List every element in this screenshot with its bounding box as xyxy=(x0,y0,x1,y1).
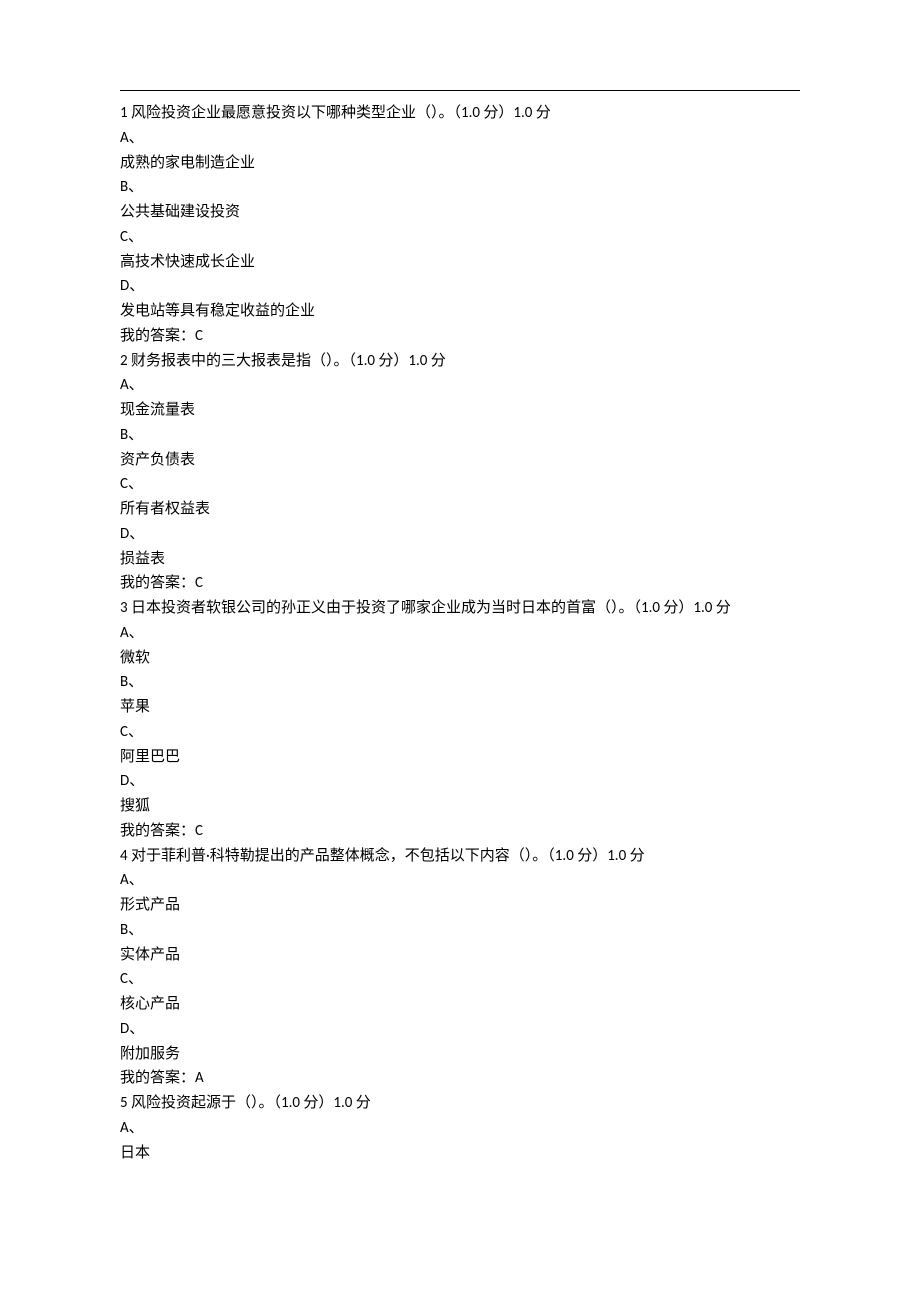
top-rule xyxy=(120,90,800,91)
option-text: 阿里巴巴 xyxy=(120,745,800,770)
option-text: 公共基础建设投资 xyxy=(120,200,800,225)
option-label: A、 xyxy=(120,126,800,151)
option-text: 实体产品 xyxy=(120,943,800,968)
option-label: A、 xyxy=(120,868,800,893)
option-label: C、 xyxy=(120,472,800,497)
question-text: 风险投资起源于（）。（1.0 分）1.0 分 xyxy=(131,1094,371,1112)
question-number: 4 xyxy=(120,847,128,865)
option-text: 损益表 xyxy=(120,547,800,572)
option-label: A、 xyxy=(120,373,800,398)
question-line: 3 日本投资者软银公司的孙正义由于投资了哪家企业成为当时日本的首富（）。（1.0… xyxy=(120,596,800,621)
question-line: 4 对于菲利普·科特勒提出的产品整体概念，不包括以下内容（）。（1.0 分）1.… xyxy=(120,844,800,869)
option-text: 苹果 xyxy=(120,695,800,720)
answer-line: 我的答案：A xyxy=(120,1066,800,1091)
option-text: 资产负债表 xyxy=(120,448,800,473)
question-text: 财务报表中的三大报表是指（）。（1.0 分）1.0 分 xyxy=(131,352,446,370)
option-text: 高技术快速成长企业 xyxy=(120,250,800,275)
option-text: 发电站等具有稳定收益的企业 xyxy=(120,299,800,324)
option-text: 形式产品 xyxy=(120,893,800,918)
question-number: 5 xyxy=(120,1094,128,1112)
answer-label: 我的答案： xyxy=(120,327,195,345)
option-text: 微软 xyxy=(120,646,800,671)
question-line: 5 风险投资起源于（）。（1.0 分）1.0 分 xyxy=(120,1091,800,1116)
answer-line: 我的答案：C xyxy=(120,324,800,349)
document-body: 1 风险投资企业最愿意投资以下哪种类型企业（）。（1.0 分）1.0 分A、成熟… xyxy=(120,101,800,1165)
answer-value: C xyxy=(195,327,203,345)
question-line: 2 财务报表中的三大报表是指（）。（1.0 分）1.0 分 xyxy=(120,349,800,374)
option-label: C、 xyxy=(120,225,800,250)
option-label: B、 xyxy=(120,423,800,448)
question-text: 对于菲利普·科特勒提出的产品整体概念，不包括以下内容（）。（1.0 分）1.0 … xyxy=(131,847,645,865)
option-label: D、 xyxy=(120,1017,800,1042)
option-label: C、 xyxy=(120,720,800,745)
document-page: 1 风险投资企业最愿意投资以下哪种类型企业（）。（1.0 分）1.0 分A、成熟… xyxy=(0,0,920,1205)
option-label: A、 xyxy=(120,1116,800,1141)
option-text: 所有者权益表 xyxy=(120,497,800,522)
question-line: 1 风险投资企业最愿意投资以下哪种类型企业（）。（1.0 分）1.0 分 xyxy=(120,101,800,126)
option-label: D、 xyxy=(120,274,800,299)
answer-value: C xyxy=(195,574,203,592)
question-number: 1 xyxy=(120,104,128,122)
option-label: D、 xyxy=(120,769,800,794)
answer-value: A xyxy=(195,1069,204,1087)
option-text: 核心产品 xyxy=(120,992,800,1017)
question-number: 3 xyxy=(120,599,128,617)
answer-label: 我的答案： xyxy=(120,1069,195,1087)
option-text: 现金流量表 xyxy=(120,398,800,423)
answer-line: 我的答案：C xyxy=(120,571,800,596)
option-label: D、 xyxy=(120,522,800,547)
answer-value: C xyxy=(195,822,203,840)
option-label: B、 xyxy=(120,918,800,943)
option-label: A、 xyxy=(120,621,800,646)
option-text: 日本 xyxy=(120,1141,800,1166)
option-label: B、 xyxy=(120,670,800,695)
answer-label: 我的答案： xyxy=(120,574,195,592)
answer-label: 我的答案： xyxy=(120,822,195,840)
option-label: C、 xyxy=(120,967,800,992)
question-number: 2 xyxy=(120,352,128,370)
option-label: B、 xyxy=(120,175,800,200)
option-text: 搜狐 xyxy=(120,794,800,819)
option-text: 附加服务 xyxy=(120,1042,800,1067)
question-text: 日本投资者软银公司的孙正义由于投资了哪家企业成为当时日本的首富（）。（1.0 分… xyxy=(131,599,731,617)
answer-line: 我的答案：C xyxy=(120,819,800,844)
question-text: 风险投资企业最愿意投资以下哪种类型企业（）。（1.0 分）1.0 分 xyxy=(131,104,551,122)
option-text: 成熟的家电制造企业 xyxy=(120,151,800,176)
